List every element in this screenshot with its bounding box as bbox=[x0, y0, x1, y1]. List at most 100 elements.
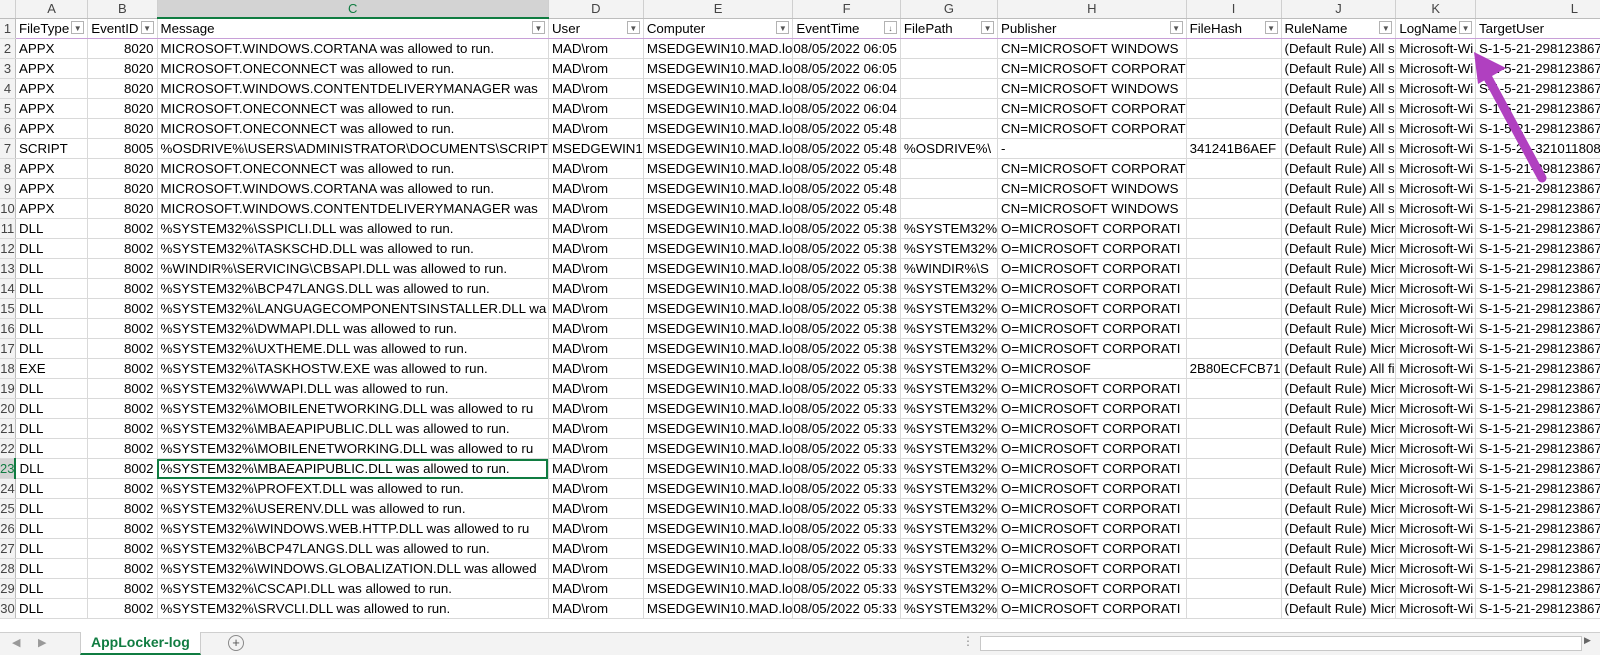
cell-l[interactable]: S-1-5-21-298123867-412720606 bbox=[1475, 458, 1600, 479]
cell-j[interactable]: (Default Rule) All s bbox=[1281, 38, 1397, 59]
row-header[interactable]: 15 bbox=[0, 298, 16, 319]
cell-a[interactable]: APPX bbox=[15, 118, 89, 139]
cell-c[interactable]: %SYSTEM32%\BCP47LANGS.DLL was allowed to… bbox=[157, 538, 549, 559]
cell-b[interactable]: 8020 bbox=[87, 38, 158, 59]
filter-dropdown-icon[interactable]: ▼ bbox=[776, 20, 790, 34]
column-header-l[interactable]: L bbox=[1475, 0, 1600, 19]
cell-b[interactable]: 8002 bbox=[87, 558, 158, 579]
cell-e[interactable]: MSEDGEWIN10.MAD.lo bbox=[643, 538, 794, 559]
filter-dropdown-icon[interactable]: ▼ bbox=[981, 20, 995, 34]
cell-e[interactable]: MSEDGEWIN10.MAD.lo bbox=[643, 338, 794, 359]
cell-a[interactable]: APPX bbox=[15, 98, 89, 119]
cell-a[interactable]: DLL bbox=[15, 518, 89, 539]
cell-c[interactable]: %SYSTEM32%\MOBILENETWORKING.DLL was allo… bbox=[157, 398, 549, 419]
cell-c[interactable]: %SYSTEM32%\SRVCLI.DLL was allowed to run… bbox=[157, 598, 549, 619]
cell-c[interactable]: %SYSTEM32%\TASKHOSTW.EXE was allowed to … bbox=[157, 358, 549, 379]
cell-i[interactable] bbox=[1186, 498, 1282, 519]
next-sheet-arrow-icon[interactable]: ▶ bbox=[38, 636, 46, 649]
add-sheet-icon[interactable]: + bbox=[228, 635, 244, 651]
cell-i[interactable] bbox=[1186, 438, 1282, 459]
row-header[interactable]: 24 bbox=[0, 478, 16, 499]
cell-c[interactable]: %SYSTEM32%\USERENV.DLL was allowed to ru… bbox=[157, 498, 549, 519]
cell-h[interactable]: CN=MICROSOFT WINDOWS bbox=[997, 198, 1187, 219]
cell-d[interactable]: MAD\rom bbox=[548, 578, 644, 599]
cell-j[interactable]: (Default Rule) Micr bbox=[1281, 458, 1397, 479]
cell-a[interactable]: DLL bbox=[15, 578, 89, 599]
cell-l[interactable]: S-1-5-21-298123867-412720606 bbox=[1475, 258, 1600, 279]
cell-j[interactable]: (Default Rule) Micr bbox=[1281, 438, 1397, 459]
cell-f[interactable]: 08/05/2022 05:38 bbox=[792, 338, 901, 359]
cell-i[interactable] bbox=[1186, 518, 1282, 539]
cell-c[interactable]: %SYSTEM32%\TASKSCHD.DLL was allowed to r… bbox=[157, 238, 549, 259]
cell-l[interactable]: S-1-5-21-298123867-412720606 bbox=[1475, 538, 1600, 559]
cell-c[interactable]: MICROSOFT.WINDOWS.CORTANA was allowed to… bbox=[157, 178, 549, 199]
cell-b[interactable]: 8002 bbox=[87, 478, 158, 499]
cell-k[interactable]: Microsoft-Wi bbox=[1395, 558, 1477, 579]
cell-h[interactable]: CN=MICROSOFT CORPORAT bbox=[997, 98, 1187, 119]
cell-f[interactable]: 08/05/2022 05:38 bbox=[792, 318, 901, 339]
cell-h[interactable]: O=MICROSOFT CORPORATI bbox=[997, 318, 1187, 339]
cell-d[interactable]: MAD\rom bbox=[548, 78, 644, 99]
cell-d[interactable]: MAD\rom bbox=[548, 598, 644, 619]
cell-k[interactable]: Microsoft-Wi bbox=[1395, 138, 1477, 159]
cell-i[interactable] bbox=[1186, 418, 1282, 439]
cell-i[interactable] bbox=[1186, 478, 1282, 499]
prev-sheet-arrow-icon[interactable]: ◀ bbox=[12, 636, 20, 649]
cell-f[interactable]: 08/05/2022 05:38 bbox=[792, 358, 901, 379]
cell-e[interactable]: MSEDGEWIN10.MAD.lo bbox=[643, 98, 794, 119]
cell-a[interactable]: DLL bbox=[15, 398, 89, 419]
cell-h[interactable]: O=MICROSOFT CORPORATI bbox=[997, 518, 1187, 539]
row-header[interactable]: 21 bbox=[0, 418, 16, 439]
cell-i[interactable] bbox=[1186, 78, 1282, 99]
cell-i[interactable] bbox=[1186, 458, 1282, 479]
cell-b[interactable]: 8002 bbox=[87, 578, 158, 599]
cell-e[interactable]: MSEDGEWIN10.MAD.lo bbox=[643, 518, 794, 539]
cell-k[interactable]: Microsoft-Wi bbox=[1395, 38, 1477, 59]
cell-a[interactable]: APPX bbox=[15, 158, 89, 179]
cell-g[interactable]: %SYSTEM32% bbox=[900, 418, 999, 439]
spreadsheet-grid[interactable]: ABCDEFGHIJKLM1FileType▼EventID▼Message▼U… bbox=[0, 0, 1600, 632]
cell-g[interactable] bbox=[900, 78, 999, 99]
cell-j[interactable]: (Default Rule) Micr bbox=[1281, 498, 1397, 519]
header-cell-eventid[interactable]: EventID ▼ bbox=[87, 18, 158, 39]
cell-d[interactable]: MAD\rom bbox=[548, 38, 644, 59]
cell-j[interactable]: (Default Rule) All s bbox=[1281, 178, 1397, 199]
cell-e[interactable]: MSEDGEWIN10.MAD.lo bbox=[643, 158, 794, 179]
row-header[interactable]: 4 bbox=[0, 78, 16, 99]
cell-l[interactable]: S-1-5-21-298123867-412720606 bbox=[1475, 238, 1600, 259]
cell-d[interactable]: MAD\rom bbox=[548, 258, 644, 279]
cell-g[interactable] bbox=[900, 118, 999, 139]
cell-d[interactable]: MAD\rom bbox=[548, 238, 644, 259]
filter-dropdown-icon[interactable]: ↓ bbox=[883, 20, 897, 34]
cell-c[interactable]: %SYSTEM32%\DWMAPI.DLL was allowed to run… bbox=[157, 318, 549, 339]
cell-d[interactable]: MAD\rom bbox=[548, 418, 644, 439]
cell-c[interactable]: %SYSTEM32%\LANGUAGECOMPONENTSINSTALLER.D… bbox=[157, 298, 549, 319]
cell-b[interactable]: 8005 bbox=[87, 138, 158, 159]
cell-b[interactable]: 8002 bbox=[87, 518, 158, 539]
cell-j[interactable]: (Default Rule) Micr bbox=[1281, 558, 1397, 579]
cell-c[interactable]: MICROSOFT.WINDOWS.CORTANA was allowed to… bbox=[157, 38, 549, 59]
cell-i[interactable] bbox=[1186, 198, 1282, 219]
cell-j[interactable]: (Default Rule) All s bbox=[1281, 198, 1397, 219]
cell-a[interactable]: EXE bbox=[15, 358, 89, 379]
cell-c[interactable]: MICROSOFT.ONECONNECT was allowed to run. bbox=[157, 118, 549, 139]
cell-j[interactable]: (Default Rule) Micr bbox=[1281, 518, 1397, 539]
cell-e[interactable]: MSEDGEWIN10.MAD.lo bbox=[643, 178, 794, 199]
cell-e[interactable]: MSEDGEWIN10.MAD.lo bbox=[643, 378, 794, 399]
header-cell-targetuser[interactable]: TargetUser▼ bbox=[1475, 18, 1600, 39]
cell-i[interactable] bbox=[1186, 538, 1282, 559]
cell-d[interactable]: MAD\rom bbox=[548, 538, 644, 559]
cell-c[interactable]: %OSDRIVE%\USERS\ADMINISTRATOR\DOCUMENTS\… bbox=[157, 138, 549, 159]
row-header[interactable]: 26 bbox=[0, 518, 16, 539]
cell-h[interactable]: O=MICROSOFT CORPORATI bbox=[997, 258, 1187, 279]
filter-dropdown-icon[interactable]: ▼ bbox=[1264, 20, 1278, 34]
cell-d[interactable]: MAD\rom bbox=[548, 558, 644, 579]
cell-g[interactable]: %OSDRIVE%\ bbox=[900, 138, 999, 159]
cell-f[interactable]: 08/05/2022 05:33 bbox=[792, 558, 901, 579]
cell-a[interactable]: APPX bbox=[15, 58, 89, 79]
row-header[interactable]: 5 bbox=[0, 98, 16, 119]
cell-b[interactable]: 8002 bbox=[87, 498, 158, 519]
cell-f[interactable]: 08/05/2022 05:48 bbox=[792, 138, 901, 159]
cell-l[interactable]: S-1-5-21-298123867-412720606 bbox=[1475, 338, 1600, 359]
row-header[interactable]: 7 bbox=[0, 138, 16, 159]
